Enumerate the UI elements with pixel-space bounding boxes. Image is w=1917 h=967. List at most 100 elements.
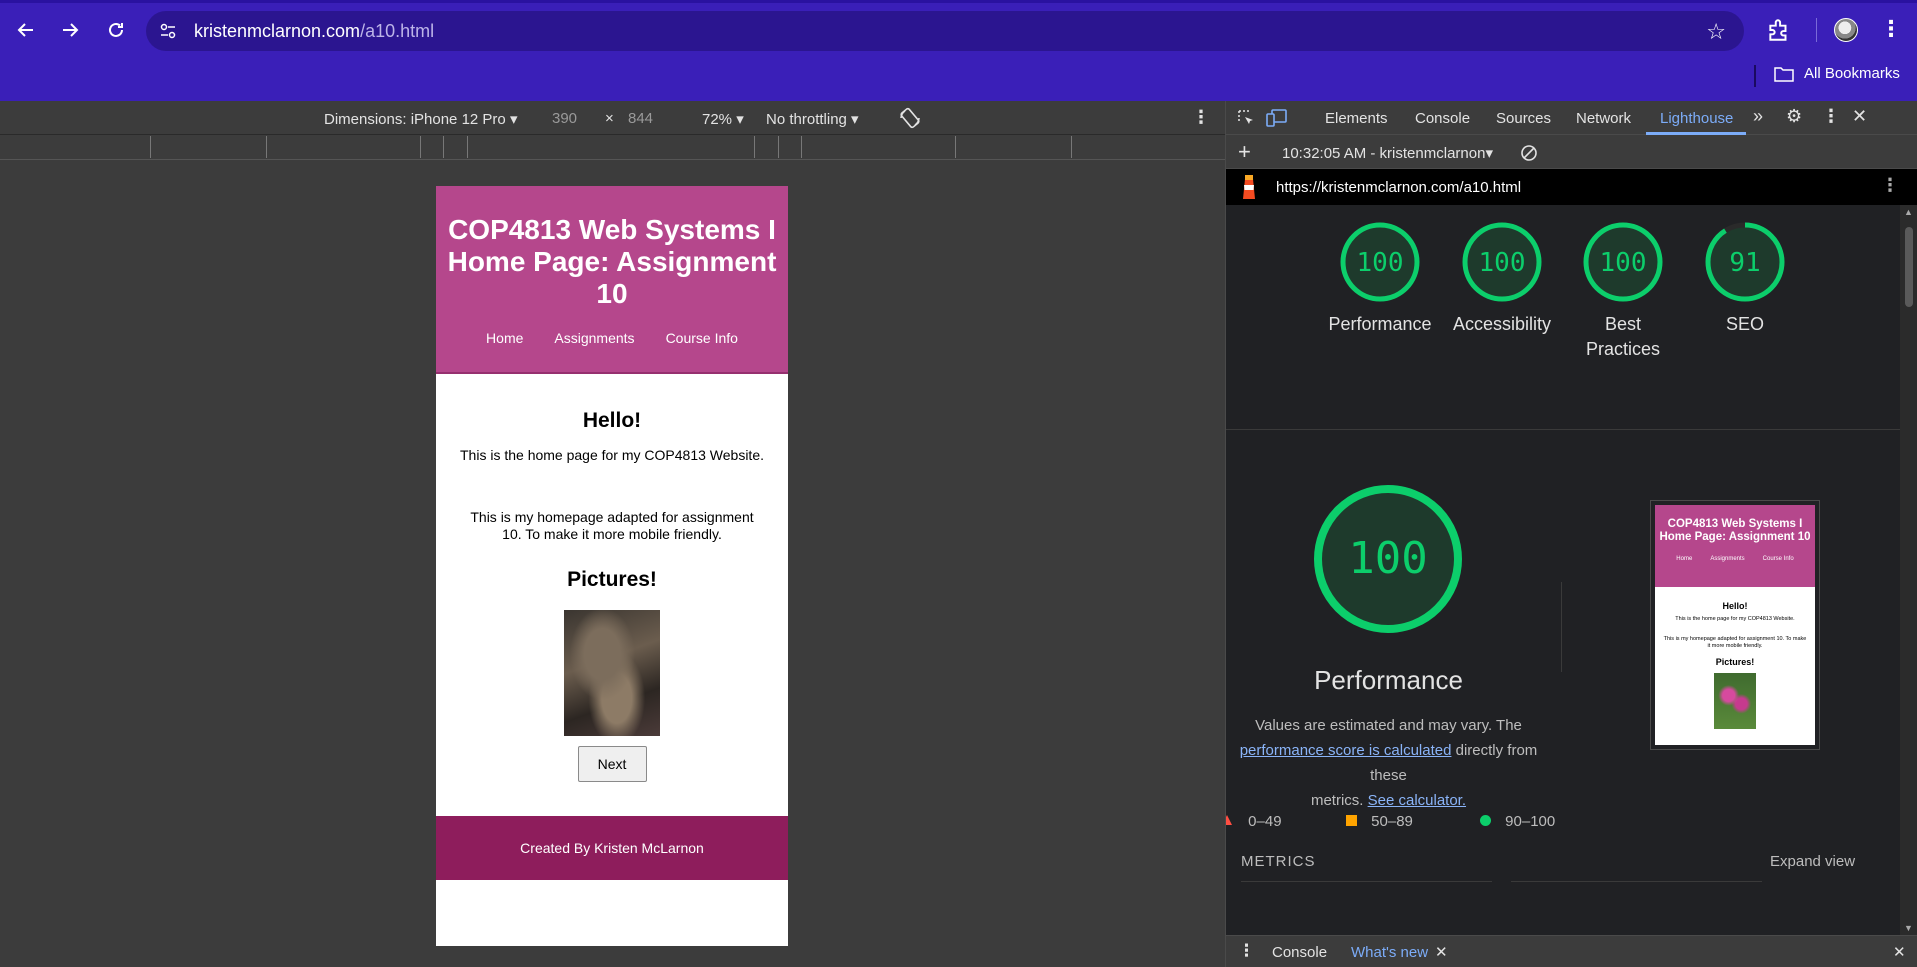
scroll-up-arrow-icon[interactable]: ▲ (1904, 207, 1913, 217)
tab-console[interactable]: Console (1415, 110, 1470, 127)
best-practices-score-label: Best Practices (1586, 314, 1661, 359)
drawer-tab-whats-new[interactable]: What's new (1351, 944, 1428, 961)
site-header: COP4813 Web Systems I Home Page: Assignm… (436, 186, 788, 374)
dimension-times-sign: × (605, 110, 614, 127)
drawer-menu-icon[interactable]: ⋮ (1238, 941, 1255, 961)
extensions-puzzle-icon[interactable] (1766, 17, 1792, 43)
profile-avatar[interactable] (1834, 18, 1858, 42)
back-arrow-icon[interactable] (10, 14, 42, 46)
site-title: COP4813 Web Systems I Home Page: Assignm… (447, 214, 777, 309)
average-square-icon (1346, 815, 1357, 826)
settings-gear-icon[interactable]: ⚙ (1786, 106, 1802, 127)
page-screenshot-thumbnail[interactable]: COP4813 Web Systems I Home Page: Assignm… (1650, 500, 1820, 750)
tab-sources[interactable]: Sources (1496, 110, 1551, 127)
best-practices-score-value: 100 (1600, 248, 1647, 278)
next-button[interactable]: Next (577, 746, 647, 782)
chevron-down-icon: ▾ (509, 111, 518, 128)
thumbnail-intro: This is the home page for my COP4813 Web… (1675, 616, 1795, 622)
new-report-plus-icon[interactable]: + (1238, 139, 1251, 165)
slideshow-photo (564, 610, 660, 736)
clear-reports-icon[interactable] (1520, 144, 1538, 162)
tab-elements[interactable]: Elements (1325, 110, 1388, 127)
folder-icon (1774, 66, 1794, 82)
vertical-divider (1561, 582, 1562, 672)
url-path: /a10.html (360, 21, 435, 41)
forward-arrow-icon[interactable] (54, 14, 86, 46)
lighthouse-toolbar: + 10:32:05 AM - kristenmclarnon▾ (1226, 135, 1917, 169)
device-toolbar: Dimensions: iPhone 12 Pro ▾ 390 × 844 72… (0, 101, 1225, 135)
performance-score-gauge[interactable]: 100 (1339, 221, 1421, 303)
nav-link-assignments[interactable]: Assignments (554, 330, 634, 346)
drawer-tab-console[interactable]: Console (1272, 944, 1327, 961)
site-info-icon[interactable] (158, 21, 178, 41)
performance-score-value: 100 (1357, 248, 1404, 278)
report-scrollbar[interactable]: ▲ ▼ (1900, 205, 1917, 935)
expand-view-toggle[interactable]: Expand view (1770, 853, 1855, 870)
url-host: kristenmclarnon.com (194, 21, 361, 41)
zoom-label: 72% (702, 111, 733, 128)
bookmarks-divider (1754, 65, 1756, 87)
hello-heading: Hello! (582, 409, 642, 432)
accessibility-score-gauge[interactable]: 100 (1461, 221, 1543, 303)
thumbnail-header: COP4813 Web Systems I Home Page: Assignm… (1655, 505, 1815, 587)
device-toggle-icon[interactable] (1266, 108, 1288, 128)
throttling-label: No throttling (766, 111, 847, 128)
accessibility-score-value: 100 (1479, 248, 1526, 278)
emulated-page: COP4813 Web Systems I Home Page: Assignm… (436, 186, 788, 946)
device-height-input[interactable]: 844 (628, 110, 653, 127)
report-select[interactable]: 10:32:05 AM - kristenmclarnon▾ (1282, 144, 1493, 162)
device-width-input[interactable]: 390 (552, 110, 577, 127)
bookmark-star-icon[interactable]: ☆ (1706, 19, 1726, 45)
site-nav: Home Assignments Course Info (436, 330, 788, 346)
thumbnail-adapted: This is my homepage adapted for assignme… (1663, 636, 1807, 649)
tab-lighthouse[interactable]: Lighthouse (1660, 110, 1733, 127)
scroll-down-arrow-icon[interactable]: ▼ (1904, 923, 1913, 933)
best-practices-score-gauge[interactable]: 100 (1582, 221, 1664, 303)
performance-large-score: 100 (1348, 533, 1427, 584)
throttling-select[interactable]: No throttling ▾ (766, 110, 859, 128)
rotate-icon[interactable] (898, 106, 922, 134)
scrollbar-thumb[interactable] (1905, 227, 1913, 307)
report-url: https://kristenmclarnon.com/a10.html (1276, 179, 1522, 196)
perf-desc-text-3: metrics. (1310, 792, 1364, 809)
performance-score-link[interactable]: performance score is calculated (1240, 742, 1452, 759)
nav-link-home[interactable]: Home (486, 330, 523, 346)
see-calculator-link[interactable]: See calculator. (1368, 792, 1466, 809)
seo-score-gauge[interactable]: 91 (1704, 221, 1786, 303)
device-more-options-icon[interactable]: ⋮ (1192, 107, 1210, 128)
devtools-tab-bar: Elements Console Sources Network Lightho… (1226, 101, 1917, 135)
close-devtools-icon[interactable]: ✕ (1852, 106, 1867, 127)
close-whats-new-icon[interactable]: ✕ (1435, 943, 1448, 961)
inspect-element-icon[interactable] (1236, 108, 1256, 128)
intro-paragraph: This is the home page for my COP4813 Web… (460, 447, 764, 463)
performance-description: Values are estimated and may vary. The p… (1226, 713, 1551, 813)
thumbnail-nav-assignments: Assignments (1710, 556, 1745, 562)
chrome-menu-icon[interactable]: ⋮ (1880, 16, 1902, 42)
nav-link-course-info[interactable]: Course Info (666, 330, 738, 346)
legend-average: 50–89 (1346, 813, 1413, 830)
tab-network[interactable]: Network (1576, 110, 1631, 127)
thumbnail-pictures: Pictures! (1715, 657, 1755, 667)
thumbnail-nav-home: Home (1676, 556, 1693, 562)
lighthouse-url-bar: https://kristenmclarnon.com/a10.html ⋮ (1226, 169, 1917, 205)
toolbar-divider (1816, 18, 1817, 42)
perf-desc-text-1: Values are estimated and may vary. The (1255, 717, 1522, 734)
devtools-menu-icon[interactable]: ⋮ (1822, 106, 1840, 127)
more-tabs-chevron-icon[interactable]: » (1753, 106, 1763, 127)
performance-heading: Performance (1314, 665, 1463, 695)
close-drawer-icon[interactable]: ✕ (1893, 943, 1906, 961)
pass-circle-icon (1480, 815, 1491, 826)
legend-fail: 0–49 (1226, 813, 1282, 830)
all-bookmarks-button[interactable]: All Bookmarks (1774, 65, 1900, 82)
report-menu-icon[interactable]: ⋮ (1881, 175, 1899, 196)
zoom-select[interactable]: 72% ▾ (702, 110, 744, 128)
thumbnail-title: COP4813 Web Systems I Home Page: Assignm… (1659, 518, 1811, 543)
metrics-divider-left (1241, 881, 1492, 882)
reload-icon[interactable] (100, 14, 132, 46)
device-dimensions-select[interactable]: Dimensions: iPhone 12 Pro ▾ (324, 110, 517, 128)
address-bar[interactable]: kristenmclarnon.com/a10.html ☆ (146, 11, 1744, 51)
url-text[interactable]: kristenmclarnon.com/a10.html (194, 21, 434, 42)
site-footer: Created By Kristen McLarnon (436, 816, 788, 880)
all-bookmarks-label: All Bookmarks (1804, 65, 1900, 82)
thumbnail-photo (1714, 673, 1756, 729)
